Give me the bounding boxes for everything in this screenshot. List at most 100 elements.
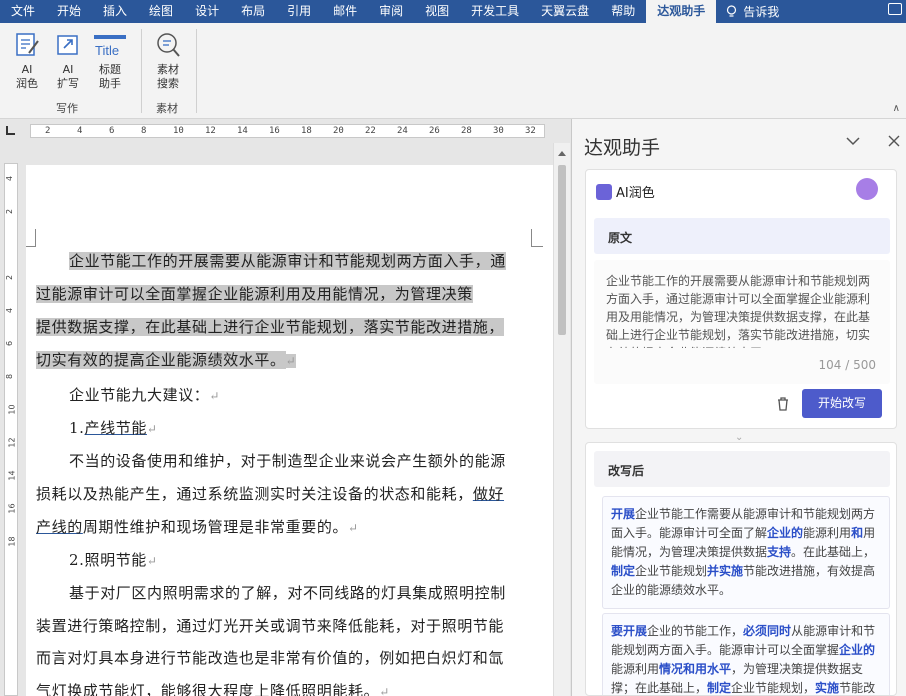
assistant-panel: 达观助手 AI润色 原文 企业节能工作的开展需要从能源审计和节能规划两方面入手，… <box>571 119 906 696</box>
rewrite-segment: 企业的 <box>839 643 876 657</box>
ai-expand-label: AI 扩写 <box>57 63 79 90</box>
vruler-tick: 14 <box>7 470 17 481</box>
paragraph-mark: ↵ <box>285 354 297 368</box>
polish-card: AI润色 原文 企业节能工作的开展需要从能源审计和节能规划两方面入手，通过能源审… <box>585 169 897 429</box>
title-icon: Title <box>94 35 126 58</box>
paragraph-highlighted[interactable]: 企业节能工作的开展需要从能源审计和节能规划两方面入手，通 过能源审计可以全面掌握… <box>36 245 531 378</box>
vruler-tick: 2 <box>5 208 15 215</box>
ruler-tick: 14 <box>237 126 248 136</box>
vertical-scrollbar[interactable] <box>553 143 570 696</box>
title-assistant-button[interactable]: Title 标题 助手 <box>91 31 129 91</box>
char-count: 104 / 500 <box>818 358 876 372</box>
para2-line: 不当的设备使用和维护，对于制造型企业来说会产生额外的能源 <box>69 452 506 470</box>
rewrite-segment: 企业的 <box>767 526 804 540</box>
para2-link[interactable]: 做好 <box>473 485 504 503</box>
vruler-tick: 12 <box>7 437 17 448</box>
tab-1[interactable]: 开始 <box>46 0 92 23</box>
paragraph-mark: ↵ <box>146 422 158 436</box>
tab-0[interactable]: 文件 <box>0 0 46 23</box>
ruler-tick: 18 <box>301 126 312 136</box>
ruler-tick: 24 <box>397 126 408 136</box>
vruler-tick: 2 <box>5 274 15 281</box>
ai-expand-icon <box>57 35 78 55</box>
rewrite-option[interactable]: 要开展企业的节能工作，必须同时从能源审计和节能规划两方面入手。能源审计可以全面掌… <box>602 613 890 695</box>
share-icon[interactable] <box>888 3 902 15</box>
rewrite-segment: 并实施 <box>707 564 744 578</box>
original-text: 企业节能工作的开展需要从能源审计和节能规划两方面入手，通过能源审计可以全面掌握企… <box>606 274 871 348</box>
tab-5[interactable]: 布局 <box>230 0 276 23</box>
suggest-title[interactable]: 企业节能九大建议：↵ <box>36 379 531 413</box>
list-item-1[interactable]: 1.产线节能↵ <box>36 412 531 446</box>
ruler-tick: 12 <box>205 126 216 136</box>
para1-line: 过能源审计可以全面掌握企业能源利用及用能情况，为管理决策 <box>36 285 473 303</box>
tab-2[interactable]: 插入 <box>92 0 138 23</box>
paragraph-3[interactable]: 基于对厂区内照明需求的了解，对不同线路的灯具集成照明控制 装置进行策略控制，通过… <box>36 577 531 696</box>
lightbulb-icon <box>727 4 737 17</box>
tab-7[interactable]: 邮件 <box>322 0 368 23</box>
ruler-tick: 4 <box>77 126 83 136</box>
paragraph-mark: ↵ <box>348 521 359 535</box>
rewrite-segment: 情况和用水平 <box>659 662 732 676</box>
tab-6[interactable]: 引用 <box>276 0 322 23</box>
tab-12[interactable]: 帮助 <box>600 0 646 23</box>
trash-icon[interactable] <box>776 396 790 415</box>
scroll-up-icon[interactable] <box>558 151 566 156</box>
rewrite-segment: 支持 <box>767 545 792 559</box>
para3-line: 基于对厂区内照明需求的了解，对不同线路的灯具集成照明控制 <box>69 584 506 602</box>
original-text-box[interactable]: 企业节能工作的开展需要从能源审计和节能规划两方面入手，通过能源审计可以全面掌握企… <box>594 260 890 384</box>
scroll-thumb[interactable] <box>558 165 566 335</box>
tab-8[interactable]: 审阅 <box>368 0 414 23</box>
search-icon <box>157 33 180 57</box>
paragraph-2[interactable]: 不当的设备使用和维护，对于制造型企业来说会产生额外的能源 损耗以及热能产生，通过… <box>36 445 531 545</box>
tab-11[interactable]: 天翼云盘 <box>530 0 600 23</box>
collapse-ribbon-icon[interactable]: ∧ <box>893 103 900 114</box>
tab-3[interactable]: 绘图 <box>138 0 184 23</box>
para1-line: 企业节能工作的开展需要从能源审计和节能规划两方面入手，通 <box>69 252 506 270</box>
ai-polish-label: AI 润色 <box>16 63 38 90</box>
avatar[interactable] <box>856 178 878 200</box>
ribbon: AI 润色 AI 扩写 Title 标题 助手 写作 素材 搜索 素材 ∧ <box>0 23 906 119</box>
group-separator <box>141 29 142 113</box>
tab-selector-icon[interactable] <box>6 126 15 135</box>
start-rewrite-button[interactable]: 开始改写 <box>802 389 882 418</box>
ai-polish-tag-label: AI润色 <box>616 186 655 201</box>
ai-polish-tag: AI润色 <box>596 182 655 201</box>
paragraph-mark: ↵ <box>146 554 158 568</box>
vertical-ruler-strip: 4 2 2 4 6 8 10 12 14 16 18 <box>4 163 18 696</box>
rewrite-segment: 能源审计可全面了解 <box>659 526 768 540</box>
ai-polish-icon <box>16 33 39 56</box>
ruler-strip: 2 4 6 8 10 12 14 16 18 20 22 24 26 28 30 32 <box>30 124 545 138</box>
svg-text:Title: Title <box>95 43 119 58</box>
rewrite-segment: 企业节能规划， <box>731 681 816 695</box>
ruler-tick: 2 <box>45 126 51 136</box>
para1-line: 切实有效的提高企业能源绩效水平。 <box>36 351 286 369</box>
vruler-tick: 6 <box>5 340 15 347</box>
tell-me-button[interactable]: 告诉我 <box>716 3 789 20</box>
ruler-tick: 32 <box>525 126 536 136</box>
rewrite-segment: 制定 <box>707 681 732 695</box>
tab-9[interactable]: 视图 <box>414 0 460 23</box>
rewrite-segment: 开展 <box>611 507 636 521</box>
list-item-2[interactable]: 2.照明节能↵ <box>36 544 531 578</box>
para2-line: 损耗以及热能产生，通过系统监测实时关注设备的状态和能耗， <box>36 485 473 503</box>
ruler-tick: 30 <box>493 126 504 136</box>
tab-4[interactable]: 设计 <box>184 0 230 23</box>
para2-tail: 周期性维护和现场管理是非常重要的。 <box>82 518 349 536</box>
crop-mark <box>26 229 36 247</box>
rewrite-segment: 。在此基础上， <box>791 545 876 559</box>
ai-polish-button[interactable]: AI 润色 <box>9 31 45 91</box>
chevron-down-icon[interactable] <box>845 132 861 151</box>
document-page[interactable]: 企业节能工作的开展需要从能源审计和节能规划两方面入手，通 过能源审计可以全面掌握… <box>26 165 553 696</box>
vruler-tick: 10 <box>7 404 17 415</box>
rewrite-segment: 能源利用 <box>803 526 852 540</box>
tab-10[interactable]: 开发工具 <box>460 0 530 23</box>
close-icon[interactable] <box>888 132 900 151</box>
tab-13[interactable]: 达观助手 <box>646 0 717 23</box>
ai-expand-button[interactable]: AI 扩写 <box>50 31 86 91</box>
rewrite-option[interactable]: 开展企业节能工作需要从能源审计和节能规划两方面入手。能源审计可全面了解企业的能源… <box>602 496 890 609</box>
rewrite-segment: 能源利用 <box>611 662 660 676</box>
material-search-button[interactable]: 素材 搜索 <box>150 31 186 91</box>
item1-text: 产线节能 <box>84 419 147 437</box>
para2-link[interactable]: 产线的 <box>36 518 83 536</box>
vruler-tick: 16 <box>7 503 17 514</box>
